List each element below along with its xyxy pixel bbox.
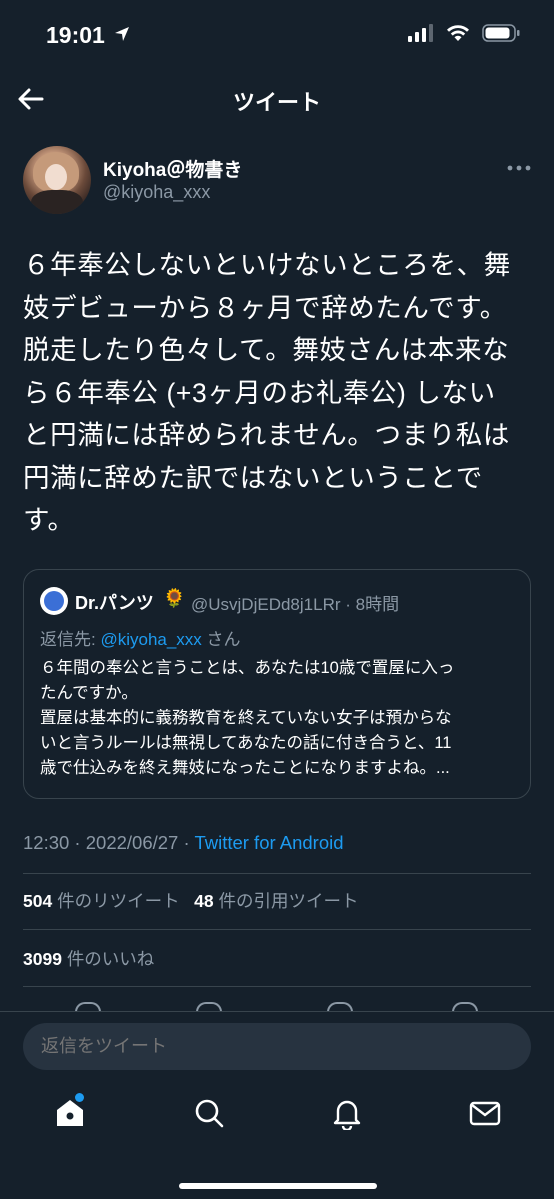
quoted-avatar xyxy=(40,587,68,615)
tweet-author: Kiyoha＠物書き @kiyoha_xxx xyxy=(23,146,533,216)
sunflower-emoji: 🌻 xyxy=(163,588,186,608)
battery-icon xyxy=(482,24,520,47)
divider xyxy=(23,873,531,874)
tweet-line: 妓デビューから８ヶ月で辞めたんです。 xyxy=(23,292,507,323)
bottom-bar xyxy=(0,1011,554,1199)
retweet-stats[interactable]: 504 件のリツイート 48 件の引用ツイート xyxy=(23,888,359,913)
location-arrow-icon xyxy=(113,25,131,48)
quoted-handle-time: @UsvjDjEDd8j1LRr · 8時間 xyxy=(191,595,400,614)
like-count: 3099 xyxy=(23,949,62,969)
more-options-button[interactable] xyxy=(507,160,531,178)
mail-icon xyxy=(469,1101,501,1126)
author-handle[interactable]: @kiyoha_xxx xyxy=(103,182,210,203)
quote-count: 48 xyxy=(194,891,214,911)
home-indicator xyxy=(179,1183,377,1189)
tweet-line: と円満には辞められません。つまり私は xyxy=(23,420,511,450)
like-stats[interactable]: 3099 件のいいね xyxy=(23,946,154,971)
tweet-line: ら６年奉公 (+3ヶ月のお礼奉公) しない xyxy=(23,377,496,408)
retweet-count: 504 xyxy=(23,891,53,911)
tweet-text: ６年奉公しないといけないところを、舞 妓デビューから８ヶ月で辞めたんです。 脱走… xyxy=(23,244,533,542)
quoted-text: ６年間の奉公と言うことは、あなたは10歳で置屋に入っ たんですか。 置屋は基本的… xyxy=(40,656,520,781)
nav-header: ツイート xyxy=(0,72,554,128)
tweet-line: ６年奉公しないといけないところを、舞 xyxy=(23,250,511,280)
status-indicators xyxy=(408,24,520,47)
quoted-line: たんですか。 xyxy=(40,684,138,702)
tweet-line: 円満に辞めた訳ではないということで xyxy=(23,462,483,493)
quoted-line: ６年間の奉公と言うことは、あなたは10歳で置屋に入っ xyxy=(40,659,455,677)
tweet-timestamp: 12:30 · 2022/06/27 · xyxy=(23,832,195,853)
quoted-reply-to: 返信先: @kiyoha_xxx さん xyxy=(40,630,241,649)
notification-dot xyxy=(75,1093,84,1102)
signal-icon xyxy=(408,24,434,47)
page-title: ツイート xyxy=(232,90,321,115)
tweet-line: す。 xyxy=(23,505,75,535)
tab-search[interactable] xyxy=(192,1096,226,1130)
bell-icon xyxy=(333,1100,361,1132)
search-icon xyxy=(195,1099,224,1128)
quoted-line: いと言うルールは無視してあなたの話に付き合うと、11 xyxy=(40,734,452,752)
reply-mention[interactable]: @kiyoha_xxx xyxy=(100,630,201,649)
status-time: 19:01 xyxy=(46,22,105,48)
divider xyxy=(23,929,531,930)
tweet-line: 脱走したり色々して。舞妓さんは本来な xyxy=(23,335,510,365)
quoted-line: 歳で仕込みを終え舞妓になったことになりますよね。... xyxy=(40,759,450,777)
status-bar: 19:01 xyxy=(0,0,554,72)
tweet-source[interactable]: Twitter for Android xyxy=(194,832,343,853)
reply-input[interactable] xyxy=(23,1023,531,1070)
more-icon xyxy=(507,165,531,171)
tab-messages[interactable] xyxy=(468,1096,502,1130)
tweet-meta: 12:30 · 2022/06/27 · Twitter for Android xyxy=(23,832,344,854)
author-name[interactable]: Kiyoha＠物書き xyxy=(103,155,242,182)
quoted-author-name: Dr.パンツ xyxy=(75,593,154,613)
avatar[interactable] xyxy=(23,146,91,214)
quoted-tweet[interactable]: Dr.パンツ 🌻 @UsvjDjEDd8j1LRr · 8時間 返信先: @ki… xyxy=(23,569,531,799)
quoted-line: 置屋は基本的に義務教育を終えていない女子は預からな xyxy=(40,709,452,727)
tab-notifications[interactable] xyxy=(330,1096,364,1132)
divider xyxy=(23,986,531,987)
wifi-icon xyxy=(446,24,470,47)
